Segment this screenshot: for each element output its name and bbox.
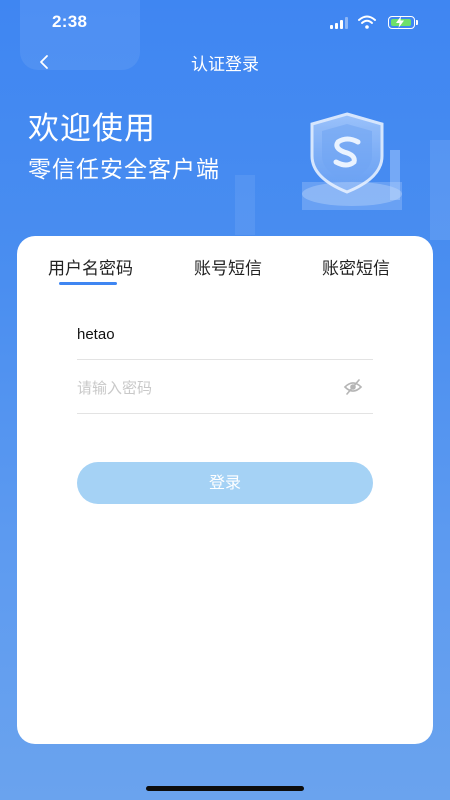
wifi-icon [358, 15, 376, 29]
username-input[interactable] [77, 322, 327, 346]
password-field [77, 362, 373, 414]
login-button[interactable]: 登录 [77, 462, 373, 504]
page-title: 认证登录 [191, 55, 259, 75]
login-method-tabs: 用户名密码 账号短信 账密短信 [17, 236, 433, 292]
battery-icon [388, 16, 418, 29]
welcome-subtitle: 零信任安全客户端 [28, 157, 220, 183]
active-tab-indicator [59, 282, 117, 285]
username-field [77, 308, 373, 360]
login-card: 用户名密码 账号短信 账密短信 登录 [17, 236, 433, 744]
tab-account-sms[interactable]: 账号短信 [194, 254, 262, 279]
signal-icon [330, 17, 348, 29]
tab-username-password[interactable]: 用户名密码 [48, 254, 133, 279]
background-decoration [235, 175, 255, 235]
background-decoration [430, 140, 450, 240]
tab-account-password-sms[interactable]: 账密短信 [322, 254, 390, 279]
home-indicator [146, 786, 304, 791]
password-input[interactable] [77, 376, 327, 400]
status-time: 2:38 [52, 12, 88, 31]
nav-header: 认证登录 [0, 44, 450, 76]
shield-illustration [302, 112, 402, 210]
charging-bolt-icon [396, 16, 404, 28]
status-bar: 2:38 [0, 0, 450, 44]
eye-off-icon[interactable] [343, 378, 363, 396]
welcome-title: 欢迎使用 [28, 111, 156, 147]
